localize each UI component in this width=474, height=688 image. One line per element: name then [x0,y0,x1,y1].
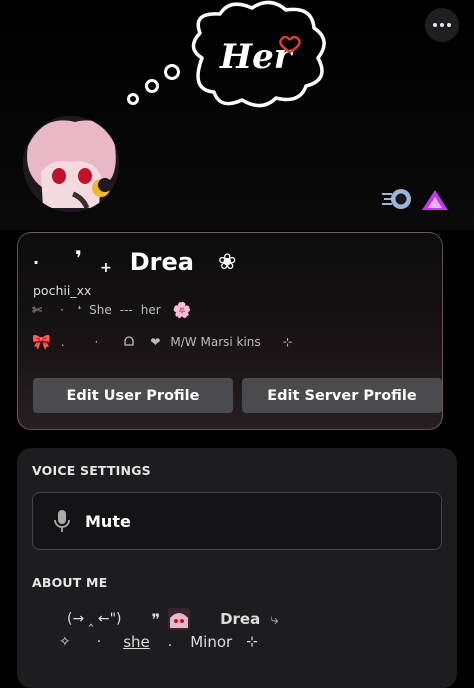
mute-toggle[interactable]: Mute [32,492,442,550]
about-she: she [123,633,150,651]
edit-user-profile-button[interactable]: Edit User Profile [33,378,233,413]
pronoun-she: She [89,303,112,317]
bell-icon [124,336,134,346]
pronoun-dot: · [60,303,64,317]
nitro-icon [382,189,411,209]
voice-settings-title: VOICE SETTINGS [32,463,151,478]
more-options-button[interactable] [425,8,459,42]
name-decoration: · [33,252,40,272]
dot-icon [433,23,437,27]
bow-icon: 🎀 [32,333,51,351]
avatar[interactable] [23,116,119,212]
about-dot: . [167,634,173,650]
triangle-icon [422,190,448,210]
name-decoration: + [100,260,112,276]
profile-card: · ❜ + Drea ❀ pochii_xx ✄ · ❛ She --- her… [17,232,443,430]
kaomoji: (→ ‸ ←") [67,611,122,627]
edit-server-profile-button[interactable]: Edit Server Profile [242,378,442,413]
display-name-row: · ❜ + Drea ❀ [33,245,236,279]
sparkle-icon: ⊹ [282,335,293,349]
about-line-1: (→ ‸ ←") ❞ Drea ⤷ [67,608,279,630]
pronoun-dashes: --- [119,303,133,317]
nitro-badge[interactable] [380,186,414,216]
about-minor: Minor [190,633,233,651]
avatar-sticker-icon [168,608,191,630]
status-text: M/W Marsi kins [170,335,261,349]
status-dot: . [60,335,65,349]
heart-icon: ❤ [150,335,161,349]
flower-icon: ❀ [217,249,237,275]
name-decoration: ❜ [75,246,83,270]
curved-arrow-icon: ⤷ [270,610,279,628]
scissors-icon: ✄ [32,303,43,317]
dot-icon [447,23,451,27]
quote-icon: ❞ [151,609,161,629]
details-card: VOICE SETTINGS Mute ABOUT ME (→ ‸ ←") ❞ … [17,448,457,688]
profile-banner: Her [0,0,474,230]
username[interactable]: pochii_xx [33,283,91,298]
pronoun-her: her [140,303,161,317]
microphone-icon [54,510,70,532]
dot-icon [440,23,444,27]
pronoun-line: ✄ · ❛ She --- her 🌸 [32,301,191,319]
pronoun-apostrophe: ❛ [77,304,82,316]
mute-label: Mute [85,511,131,531]
thought-cloud: Her [127,0,326,108]
sparkle-icon: ✧ [59,634,71,650]
about-line-2: ✧ · she . Minor ⊹ [59,633,258,651]
status-dot: · [94,335,99,349]
cherry-blossom-icon: 🌸 [172,301,192,319]
custom-status-line: 🎀 . · ❤ M/W Marsi kins ⊹ [32,333,293,351]
cloud-text: Her [219,37,294,77]
display-name: Drea [129,248,194,276]
about-name: Drea [220,610,261,628]
sparkle-icon: ⊹ [246,634,258,650]
about-dot: · [96,634,102,650]
about-me-title: ABOUT ME [32,575,108,590]
boost-badge[interactable] [421,188,449,216]
